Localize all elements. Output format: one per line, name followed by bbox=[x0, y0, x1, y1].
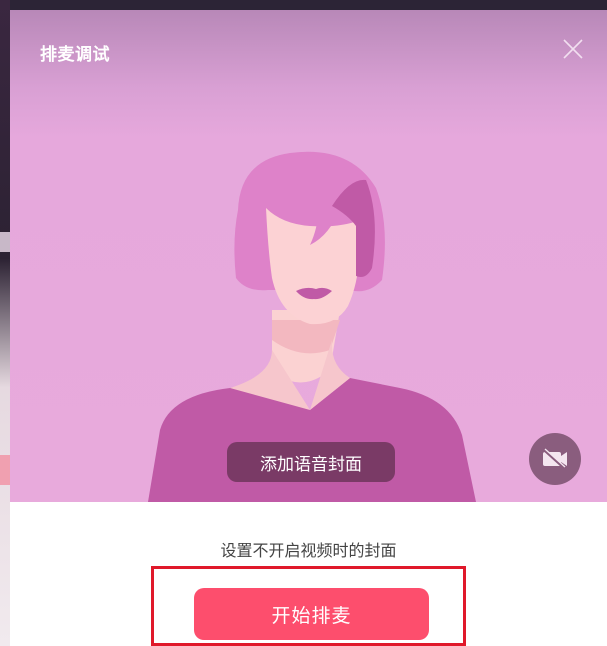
cover-hint-text: 设置不开启视频时的封面 bbox=[220, 541, 397, 560]
camera-off-icon[interactable] bbox=[529, 433, 581, 485]
video-preview-area: 排麦调试 添加语音封面 bbox=[10, 10, 607, 502]
add-voice-cover-button[interactable]: 添加语音封面 bbox=[227, 442, 395, 482]
start-mic-queue-button[interactable]: 开始排麦 bbox=[194, 588, 429, 640]
mic-queue-debug-dialog: 排麦调试 添加语音封面 设置不开启视频时的封面 开始排麦 bbox=[10, 10, 607, 646]
window-top-edge bbox=[10, 0, 607, 10]
background-window-edge bbox=[0, 0, 10, 646]
default-avatar-illustration bbox=[148, 151, 476, 502]
